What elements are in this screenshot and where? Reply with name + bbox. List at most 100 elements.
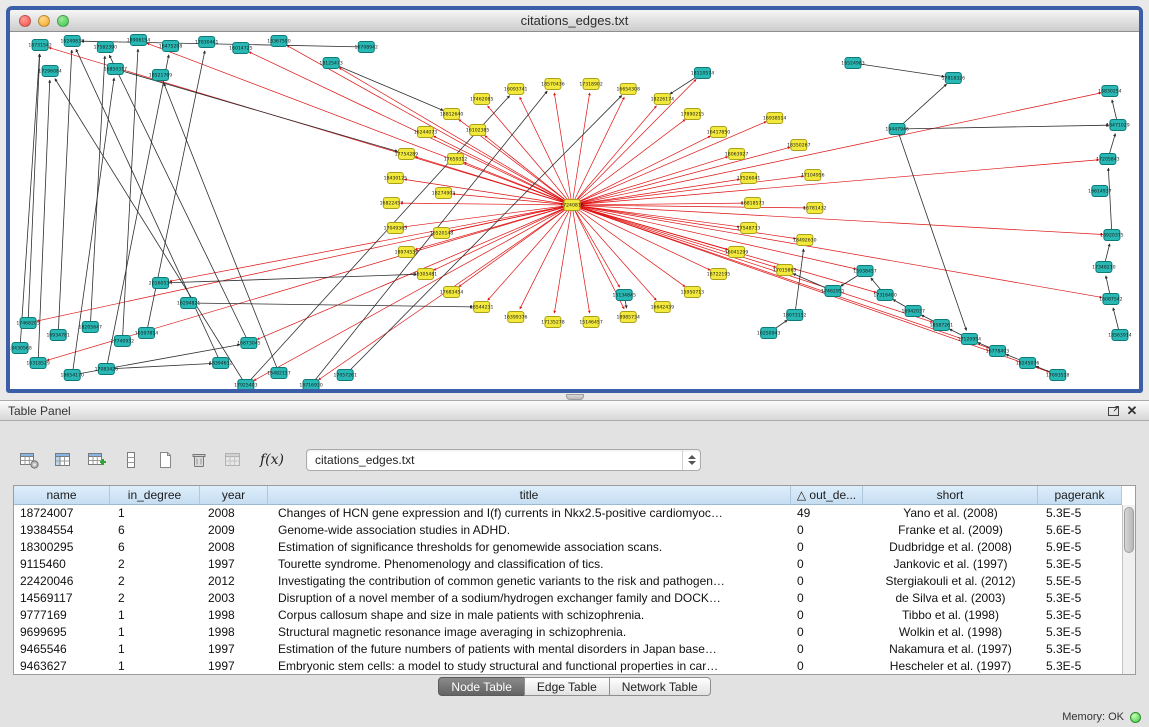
- graph-node[interactable]: 18906154: [127, 35, 151, 46]
- table-cell[interactable]: Jankovic et al. (1997): [863, 556, 1038, 573]
- table-cell[interactable]: 0: [791, 658, 863, 674]
- table-cell[interactable]: Genome-wide association studies in ADHD.: [268, 522, 791, 539]
- graph-node[interactable]: 16520148: [430, 228, 454, 239]
- graph-node[interactable]: 18521769: [149, 70, 173, 81]
- table-cell[interactable]: 2: [110, 573, 200, 590]
- table-cell[interactable]: Embryonic stem cells: a model to study s…: [268, 658, 791, 674]
- table-cell[interactable]: 6: [110, 539, 200, 556]
- graph-node[interactable]: 16244073: [414, 127, 438, 138]
- table-row[interactable]: 969969511998Structural magnetic resonanc…: [14, 624, 1122, 641]
- graph-node[interactable]: 18716930: [299, 380, 323, 390]
- tab-edge-table[interactable]: Edge Table: [524, 677, 610, 696]
- scrollbar-thumb[interactable]: [1124, 507, 1134, 553]
- new-table-icon[interactable]: [152, 448, 178, 472]
- close-panel-icon[interactable]: ✕: [1123, 403, 1141, 419]
- table-cell[interactable]: 1: [110, 505, 200, 522]
- table-cell[interactable]: 5.5E-5: [1038, 573, 1122, 590]
- column-header-pagerank[interactable]: pagerank: [1038, 486, 1122, 505]
- graph-node[interactable]: 16708942: [355, 42, 379, 53]
- graph-node[interactable]: 16318529: [26, 358, 50, 369]
- table-cell[interactable]: 0: [791, 539, 863, 556]
- graph-node[interactable]: 17925403: [234, 380, 258, 390]
- window-titlebar[interactable]: citations_edges.txt: [10, 10, 1139, 32]
- zoom-window-button[interactable]: [57, 15, 69, 27]
- graph-node[interactable]: 19447946: [885, 124, 909, 135]
- table-cell[interactable]: 1: [110, 607, 200, 624]
- table-cell[interactable]: Stergiakouli et al. (2012): [863, 573, 1038, 590]
- function-builder-icon[interactable]: f(x): [260, 452, 284, 468]
- graph-node[interactable]: 17830461: [195, 37, 219, 48]
- graph-node[interactable]: 16417850: [707, 127, 731, 138]
- table-cell[interactable]: 1: [110, 658, 200, 674]
- table-cell[interactable]: de Silva et al. (2003): [863, 590, 1038, 607]
- graph-node[interactable]: 18394612: [209, 358, 233, 369]
- table-cell[interactable]: Estimation of significance thresholds fo…: [268, 539, 791, 556]
- table-row[interactable]: 946362711997Embryonic stem cells: a mode…: [14, 658, 1122, 674]
- graph-node[interactable]: 17348210: [1092, 262, 1116, 273]
- graph-node[interactable]: 18350267: [787, 140, 811, 151]
- graph-node[interactable]: 18073152: [783, 310, 807, 321]
- table-cell[interactable]: 22420046: [14, 573, 110, 590]
- graph-node[interactable]: 18430125: [384, 173, 408, 184]
- graph-node[interactable]: 18654170: [61, 370, 85, 381]
- graph-node[interactable]: 17548733: [737, 223, 761, 234]
- table-row[interactable]: 1456911722003Disruption of a novel membe…: [14, 590, 1122, 607]
- table-cell[interactable]: 1: [110, 624, 200, 641]
- graph-node[interactable]: 16305481: [414, 269, 438, 280]
- table-row[interactable]: 946554611997Estimation of the future num…: [14, 641, 1122, 658]
- table-cell[interactable]: 0: [791, 573, 863, 590]
- table-cell[interactable]: 2: [110, 590, 200, 607]
- table-cell[interactable]: Nakamura et al. (1997): [863, 641, 1038, 658]
- table-cell[interactable]: Hescheler et al. (1997): [863, 658, 1038, 674]
- table-cell[interactable]: 2012: [200, 573, 268, 590]
- float-panel-icon[interactable]: [1105, 403, 1123, 419]
- graph-node[interactable]: 15134845: [612, 290, 636, 301]
- graph-node[interactable]: 17296084: [38, 66, 62, 77]
- table-cell[interactable]: 5.9E-5: [1038, 539, 1122, 556]
- graph-node[interactable]: 18063927: [725, 149, 749, 160]
- graph-node[interactable]: 16850317: [104, 64, 128, 75]
- graph-node[interactable]: 18205647: [79, 322, 103, 333]
- graph-node[interactable]: 17890215: [681, 109, 705, 120]
- graph-node[interactable]: 17683454: [440, 287, 464, 298]
- graph-node[interactable]: 18563914: [1108, 330, 1132, 341]
- graph-node[interactable]: 16938514: [763, 113, 787, 124]
- table-cell[interactable]: Yano et al. (2008): [863, 505, 1038, 522]
- graph-node[interactable]: 18471029: [1106, 120, 1130, 131]
- graph-node[interactable]: 18110574: [691, 68, 715, 79]
- graph-node[interactable]: 17240816: [560, 200, 584, 211]
- graph-node[interactable]: 18570436: [541, 79, 565, 90]
- table-cell[interactable]: 0: [791, 624, 863, 641]
- graph-node[interactable]: 18587261: [930, 320, 954, 331]
- table-cell[interactable]: 1998: [200, 624, 268, 641]
- table-cell[interactable]: 18724007: [14, 505, 110, 522]
- graph-node[interactable]: 17316480: [873, 290, 897, 301]
- table-cell[interactable]: 49: [791, 505, 863, 522]
- graph-node[interactable]: 18985734: [616, 312, 640, 323]
- table-cell[interactable]: 0: [791, 641, 863, 658]
- show-columns-icon[interactable]: [50, 448, 76, 472]
- table-row[interactable]: 1938455462009Genome-wide association stu…: [14, 522, 1122, 539]
- table-cell[interactable]: Disruption of a novel member of a sodium…: [268, 590, 791, 607]
- table-cell[interactable]: 0: [791, 522, 863, 539]
- graph-node[interactable]: 16524983: [841, 58, 865, 69]
- table-cell[interactable]: Investigating the contribution of common…: [268, 573, 791, 590]
- graph-node[interactable]: 16093741: [504, 84, 528, 95]
- graph-node[interactable]: 16597814: [135, 328, 159, 339]
- table-row[interactable]: 2242004622012Investigating the contribut…: [14, 573, 1122, 590]
- column-header-out_de[interactable]: △ out_de...: [791, 486, 863, 505]
- graph-node[interactable]: 16818573: [741, 198, 765, 209]
- column-header-title[interactable]: title: [268, 486, 791, 505]
- table-mode-icon[interactable]: [16, 448, 42, 472]
- graph-node[interactable]: 17693518: [1046, 370, 1070, 381]
- table-cell[interactable]: 14569117: [14, 590, 110, 607]
- table-vertical-scrollbar[interactable]: [1122, 505, 1135, 674]
- graph-node[interactable]: 16482157: [267, 368, 291, 379]
- tab-network-table[interactable]: Network Table: [609, 677, 711, 696]
- table-row[interactable]: 1872400712008Changes of HCN gene express…: [14, 505, 1122, 522]
- memory-status-icon[interactable]: [1130, 712, 1141, 723]
- table-cell[interactable]: 9115460: [14, 556, 110, 573]
- graph-node[interactable]: 17015863: [773, 265, 797, 276]
- create-column-icon[interactable]: [84, 448, 110, 472]
- graph-node[interactable]: 17318902: [579, 79, 603, 90]
